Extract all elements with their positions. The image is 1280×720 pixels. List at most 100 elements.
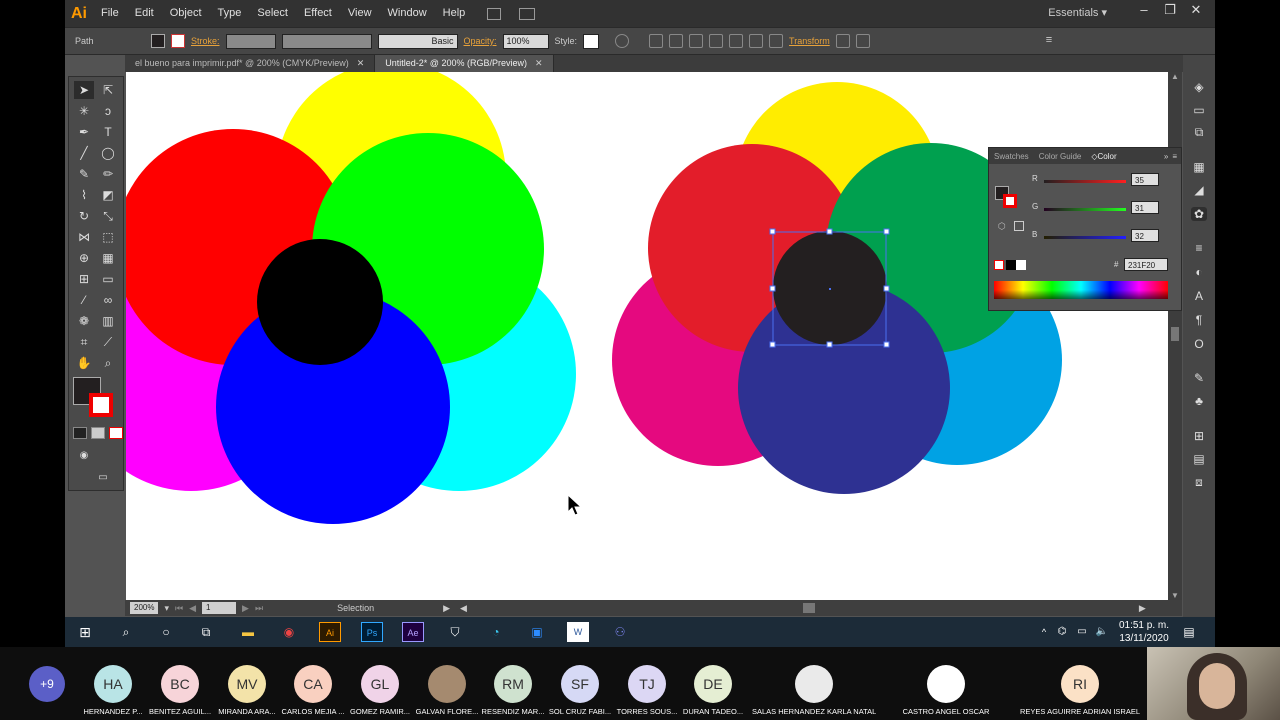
green-value[interactable]: 31	[1131, 201, 1159, 214]
envelope-icon[interactable]	[855, 34, 870, 48]
width-tool-icon[interactable]: ⋈	[74, 228, 94, 246]
menu-file[interactable]: File	[93, 0, 127, 27]
align-top-icon[interactable]	[729, 34, 744, 48]
gradient-mode-icon[interactable]	[91, 427, 105, 439]
rotate-tool-icon[interactable]: ↻	[74, 207, 94, 225]
red-track[interactable]	[1044, 180, 1126, 183]
blend-tool-icon[interactable]: ∞	[98, 291, 118, 309]
panel-stroke-swatch[interactable]	[1003, 194, 1017, 208]
align-to-icon[interactable]	[649, 34, 664, 48]
appearance-icon[interactable]: ◐	[1191, 265, 1207, 279]
windows-start-icon[interactable]: ⊞	[74, 622, 96, 642]
search-icon[interactable]: ⌕	[115, 622, 137, 642]
layers-icon[interactable]: ◈	[1191, 80, 1207, 94]
scroll-up-arrow[interactable]: ▲	[1168, 72, 1182, 81]
scroll-down-arrow[interactable]: ▼	[1168, 591, 1182, 600]
scale-tool-icon[interactable]: ⤡	[98, 207, 118, 225]
recolor-artwork-icon[interactable]	[615, 34, 630, 48]
previous-artboard-icon[interactable]: ◀	[189, 603, 196, 614]
green-track[interactable]	[1044, 208, 1126, 211]
brush-definition[interactable]: Basic	[377, 33, 458, 49]
file-explorer-icon[interactable]: ▬	[237, 622, 259, 642]
speaker-tile[interactable]: CASTRO ANGEL OSCAR	[886, 665, 1006, 716]
shape-builder-tool-icon[interactable]: ⊕	[74, 249, 94, 267]
close-icon[interactable]: ✕	[535, 58, 543, 68]
mesh-tool-icon[interactable]: ⊞	[74, 270, 94, 288]
scroll-left-arrow[interactable]: ◀	[460, 603, 467, 614]
arrange-documents-icon[interactable]	[519, 7, 536, 20]
red-value[interactable]: 35	[1131, 173, 1159, 186]
panel-menu-icon[interactable]: ≡	[1046, 34, 1060, 48]
collapse-panel-icon[interactable]: »	[1164, 152, 1168, 161]
volume-icon[interactable]: 🔈	[1091, 622, 1113, 642]
close-button[interactable]: ✕	[1185, 2, 1207, 22]
scroll-right-arrow[interactable]: ▶	[1139, 603, 1146, 614]
artboards-icon[interactable]: ▭	[1191, 103, 1207, 117]
slice-tool-icon[interactable]: ⟋	[98, 333, 118, 351]
ellipse-tool-icon[interactable]: ◯	[98, 144, 118, 162]
blob-brush-tool-icon[interactable]: ⌇	[74, 186, 94, 204]
menu-view[interactable]: View	[340, 0, 380, 27]
align-left-icon[interactable]	[669, 34, 684, 48]
color-icon[interactable]: ✿	[1191, 207, 1207, 221]
horizontal-scroll-track[interactable]	[473, 603, 1133, 613]
horizontal-scroll-thumb[interactable]	[802, 603, 815, 613]
bridge-icon[interactable]	[487, 7, 502, 20]
graphic-style-picker[interactable]	[583, 33, 600, 49]
draw-mode-icon[interactable]: ◉	[74, 447, 94, 465]
graph-tool-icon[interactable]: ▥	[98, 312, 118, 330]
menu-window[interactable]: Window	[380, 0, 435, 27]
direct-selection-tool-icon[interactable]: ⇱	[98, 81, 118, 99]
align-bottom-icon[interactable]	[769, 34, 784, 48]
illustrator-taskbar-icon[interactable]: Ai	[319, 622, 341, 642]
chrome-icon[interactable]: ◉	[278, 622, 300, 642]
hand-tool-icon[interactable]: ✋	[74, 354, 94, 372]
align-right-icon[interactable]	[709, 34, 724, 48]
artboard-tool-icon[interactable]: ⌗	[74, 333, 94, 351]
network-icon[interactable]: ⌬	[1051, 622, 1073, 642]
red-slider[interactable]: R 35	[1032, 173, 1174, 188]
zoom-app-icon[interactable]: ▣	[526, 622, 548, 642]
out-of-web-color-swatch[interactable]	[1014, 221, 1024, 231]
opacity-field[interactable]: 100%	[502, 33, 549, 49]
close-icon[interactable]: ✕	[357, 58, 365, 68]
black-swatch[interactable]	[1006, 260, 1016, 270]
blue-value[interactable]: 32	[1131, 229, 1159, 242]
menu-type[interactable]: Type	[210, 0, 250, 27]
tab-swatches[interactable]: Swatches	[989, 152, 1034, 161]
stroke-icon[interactable]: ≡	[1191, 241, 1207, 255]
tab-color-guide[interactable]: Color Guide	[1034, 152, 1087, 161]
none-mode-icon[interactable]	[109, 427, 123, 439]
align-middle-icon[interactable]	[749, 34, 764, 48]
screen-mode-icon[interactable]: ▭	[93, 469, 113, 487]
eraser-tool-icon[interactable]: ◩	[98, 186, 118, 204]
variable-width-profile[interactable]	[281, 33, 372, 49]
battery-icon[interactable]: ▭	[1071, 622, 1093, 642]
eyedropper-tool-icon[interactable]: ⁄	[74, 291, 94, 309]
paintbrush-tool-icon[interactable]: ✎	[74, 165, 94, 183]
blue-slider[interactable]: B 32	[1032, 229, 1174, 244]
notifications-icon[interactable]: ▤	[1178, 622, 1200, 642]
pathfinder-icon[interactable]: ⧈	[1191, 475, 1207, 489]
word-icon[interactable]: W	[567, 622, 589, 642]
menu-object[interactable]: Object	[162, 0, 210, 27]
more-participants-badge[interactable]: +9	[29, 666, 65, 702]
app-shield-icon[interactable]: ⛉	[444, 622, 466, 642]
selection-tool-icon[interactable]: ➤	[74, 81, 94, 99]
magic-wand-tool-icon[interactable]: ✳	[74, 102, 94, 120]
minimize-button[interactable]: –	[1133, 2, 1155, 22]
black-circle[interactable]	[257, 239, 383, 365]
status-menu-arrow[interactable]: ▶	[443, 603, 450, 614]
swatches-icon[interactable]: ▦	[1191, 160, 1207, 174]
pencil-tool-icon[interactable]: ✏	[98, 165, 118, 183]
perspective-grid-tool-icon[interactable]: ▦	[98, 249, 118, 267]
isolate-icon[interactable]	[835, 34, 850, 48]
opacity-label[interactable]: Opacity:	[464, 36, 497, 46]
zoom-level[interactable]: 200%	[130, 602, 159, 614]
scroll-thumb[interactable]	[1171, 327, 1179, 341]
links-icon[interactable]: ⧉	[1191, 125, 1207, 139]
cube-icon[interactable]: ⬡	[998, 221, 1006, 232]
character-icon[interactable]: A	[1191, 289, 1207, 303]
menu-effect[interactable]: Effect	[296, 0, 340, 27]
zoom-tool-icon[interactable]: ⌕	[98, 354, 118, 372]
